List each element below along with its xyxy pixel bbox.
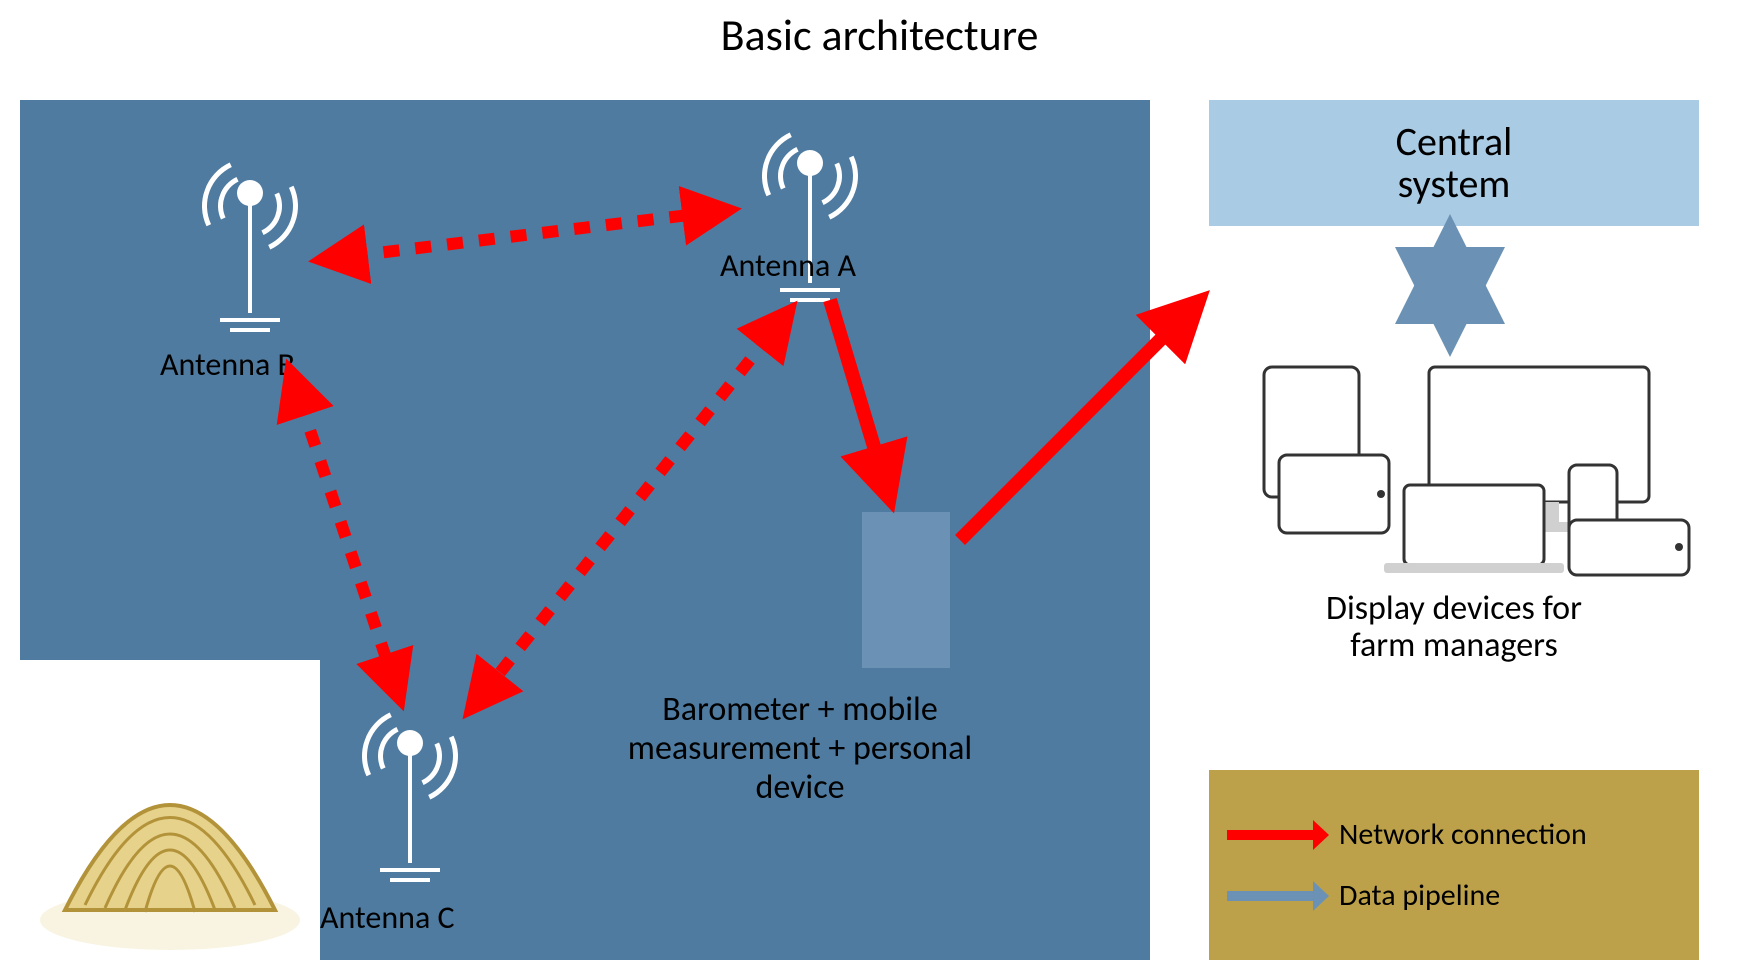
antenna-a-label: Antenna A (720, 246, 856, 285)
mobile-label-line1: Barometer + mobile (580, 690, 1020, 729)
diagram-stage: Basic architecture Antenna B Antenna A A… (0, 0, 1759, 978)
display-label-line2: farm managers (1209, 627, 1699, 664)
mobile-device (860, 510, 952, 670)
display-devices-icon (1209, 345, 1699, 580)
legend-arrow-blue-icon (1227, 887, 1327, 905)
central-system: Central system (1209, 100, 1699, 226)
legend-row-data: Data pipeline (1227, 877, 1699, 914)
mobile-label-line2: measurement + personal device (580, 729, 1020, 807)
legend-label-data: Data pipeline (1339, 877, 1500, 914)
antenna-c (350, 680, 470, 890)
display-label-line1: Display devices for (1209, 590, 1699, 627)
antenna-b-label: Antenna B (160, 345, 295, 384)
display-devices-label: Display devices for farm managers (1209, 590, 1699, 665)
central-system-line1: Central (1396, 121, 1513, 163)
legend-label-network: Network connection (1339, 816, 1587, 853)
legend-row-network: Network connection (1227, 816, 1699, 853)
central-system-line2: system (1398, 163, 1511, 205)
antenna-b (190, 130, 310, 340)
legend: Network connection Data pipeline (1209, 770, 1699, 960)
haystack (20, 660, 320, 960)
diagram-title: Basic architecture (0, 8, 1759, 62)
mobile-device-label: Barometer + mobile measurement + persona… (580, 690, 1020, 807)
display-devices (1209, 345, 1699, 580)
antenna-c-label: Antenna C (320, 898, 455, 937)
legend-arrow-red-icon (1227, 826, 1327, 844)
